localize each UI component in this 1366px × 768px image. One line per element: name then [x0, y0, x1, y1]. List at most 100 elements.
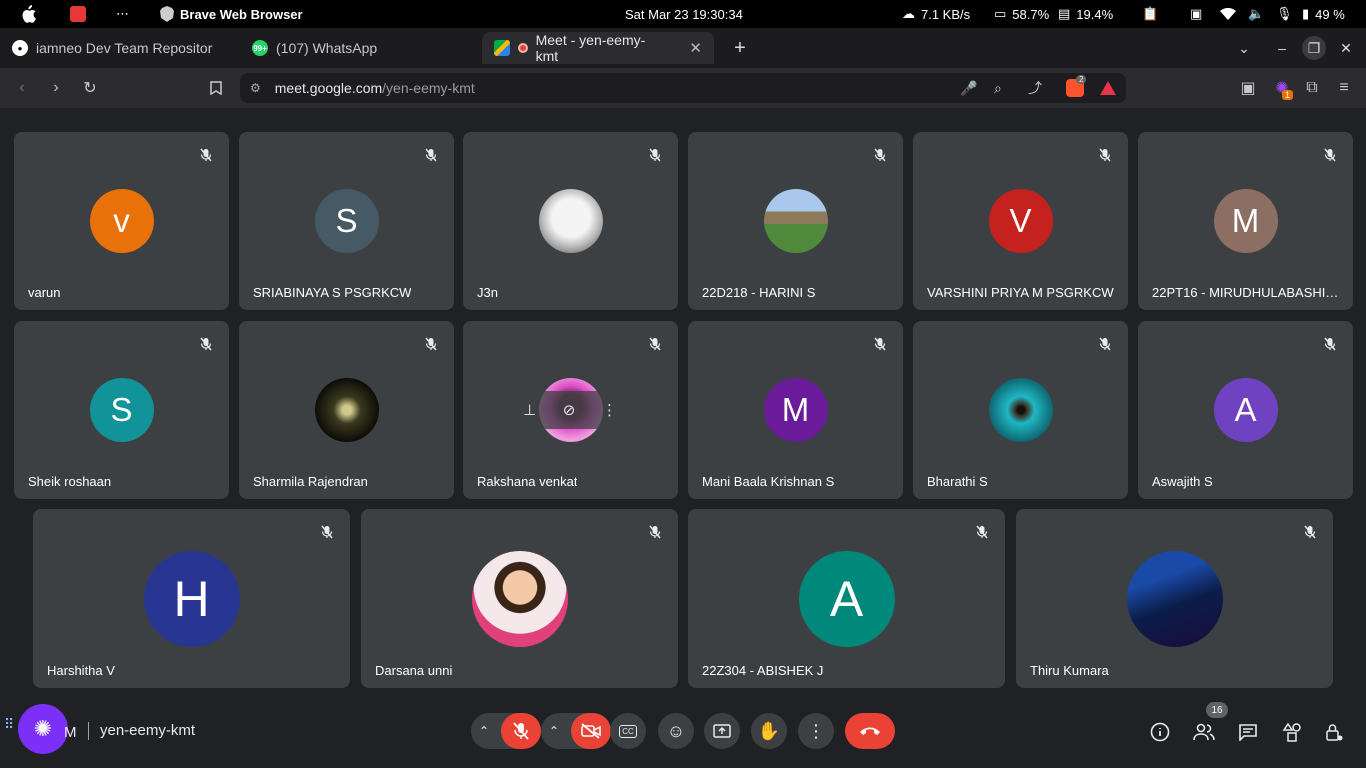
tab-github[interactable]: ● iamneo Dev Team Repositor — [0, 32, 240, 64]
participant-avatar: S — [89, 378, 154, 442]
more-options-button[interactable]: ⋮ — [798, 713, 834, 749]
share-icon[interactable]: ⤴ — [1028, 78, 1042, 98]
microphone-icon[interactable]: 🎙 — [1276, 0, 1293, 28]
pin-icon[interactable]: ⊥ — [523, 401, 536, 419]
chat-button[interactable] — [1234, 718, 1262, 746]
app-name: Brave Web Browser — [180, 6, 303, 22]
host-controls-button[interactable] — [1320, 718, 1348, 746]
participant-name: varun — [28, 285, 61, 300]
camera-off-button[interactable] — [571, 713, 611, 749]
muted-mic-icon — [1299, 521, 1321, 543]
present-screen-button[interactable] — [704, 713, 740, 749]
wifi-icon[interactable] — [1220, 0, 1236, 28]
participant-avatar — [471, 550, 568, 647]
mic-off-icon — [513, 722, 529, 740]
tab-strip: ● iamneo Dev Team Repositor 99+ (107) Wh… — [0, 28, 1366, 68]
muted-mic-icon — [195, 333, 217, 355]
brave-rewards-icon[interactable] — [1100, 81, 1116, 95]
tab-meet[interactable]: Meet - yen-eemy-kmt ✕ — [482, 32, 714, 64]
brave-logo-icon — [160, 6, 174, 22]
tab-label: Meet - yen-eemy-kmt — [535, 32, 646, 64]
clipboard-icon[interactable]: 📋 — [1142, 0, 1158, 28]
participant-tile[interactable]: A Aswajith S — [1138, 321, 1353, 499]
extension-badge: 1 — [1282, 90, 1294, 100]
participant-name: SRIABINAYA S PSGRKCW — [253, 285, 412, 300]
close-tab-icon[interactable]: ✕ — [689, 39, 702, 57]
muted-mic-icon — [316, 521, 338, 543]
mic-icon[interactable]: 🎤 — [960, 80, 977, 97]
battery-indicator[interactable]: ▮ 49 % — [1302, 0, 1345, 28]
more-dots-icon[interactable]: ⋯ — [116, 0, 129, 28]
chat-icon — [1239, 724, 1257, 741]
minimize-button[interactable]: – — [1270, 36, 1294, 60]
tab-search-chevron-icon[interactable]: ⌄ — [1232, 36, 1256, 60]
volume-icon[interactable]: 🔈 — [1248, 0, 1264, 28]
os-top-bar: ⋯ Brave Web Browser Sat Mar 23 19:30:34 … — [0, 0, 1366, 28]
info-icon — [1150, 722, 1170, 742]
menu-icon[interactable]: ≡ — [1332, 76, 1356, 100]
participant-avatar: M — [1213, 189, 1278, 253]
app-indicator-icon[interactable] — [70, 0, 86, 28]
participant-avatar: A — [798, 550, 895, 647]
raise-hand-button[interactable]: ✋ — [751, 713, 787, 749]
participant-tile[interactable]: A 22Z304 - ABISHEK J — [688, 509, 1005, 688]
tab-label: (107) WhatsApp — [276, 40, 378, 56]
bookmark-icon[interactable] — [204, 76, 228, 100]
participant-tile[interactable]: Sharmila Rajendran — [239, 321, 454, 499]
url-host: meet.google.com — [274, 80, 383, 96]
people-button[interactable] — [1190, 718, 1218, 746]
muted-mic-icon — [869, 144, 891, 166]
reload-button[interactable]: ↻ — [78, 76, 102, 100]
video-options-chevron-icon[interactable]: ⌃ — [549, 724, 559, 738]
muted-mic-icon — [644, 333, 666, 355]
participant-tile[interactable]: S SRIABINAYA S PSGRKCW — [239, 132, 454, 310]
clock[interactable]: Sat Mar 23 19:30:34 — [625, 0, 743, 28]
more-vert-icon[interactable]: ⋮ — [602, 401, 617, 419]
cpu-icon: ▭ — [994, 6, 1007, 21]
mic-off-button[interactable] — [501, 713, 541, 749]
participant-tile[interactable]: Bharathi S — [913, 321, 1128, 499]
network-speed: ☁ 7.1 KB/s — [902, 0, 970, 28]
meeting-info-button[interactable] — [1146, 718, 1174, 746]
participant-tile[interactable]: Darsana unni — [361, 509, 678, 688]
mute-participant-icon[interactable]: ⊘ — [563, 401, 576, 419]
sidebar-icon[interactable]: ▣ — [1236, 76, 1260, 100]
audio-options-chevron-icon[interactable]: ⌃ — [479, 724, 489, 738]
participant-tile[interactable]: J3n — [463, 132, 678, 310]
new-tab-button[interactable]: + — [728, 36, 752, 60]
leave-call-button[interactable] — [845, 713, 895, 749]
participant-avatar — [763, 189, 828, 253]
participant-tile[interactable]: V VARSHINI PRIYA M PSGRKCW — [913, 132, 1128, 310]
participant-tile[interactable]: S Sheik roshaan — [14, 321, 229, 499]
extensions-puzzle-icon[interactable]: ⧉ — [1300, 76, 1324, 100]
reactions-button[interactable]: ☺ — [658, 713, 694, 749]
muted-mic-icon — [869, 333, 891, 355]
screen-cast-icon[interactable]: ▣ — [1190, 0, 1202, 28]
activities-button[interactable] — [1278, 718, 1306, 746]
microphone-control: ⌃ — [471, 713, 541, 749]
participant-tile[interactable]: v varun — [14, 132, 229, 310]
tab-whatsapp[interactable]: 99+ (107) WhatsApp — [240, 32, 480, 64]
captions-button[interactable]: CC — [610, 713, 646, 749]
participant-tile[interactable]: M Mani Baala Krishnan S — [688, 321, 903, 499]
cloud-icon: ☁ — [902, 6, 915, 21]
participant-tile[interactable]: 22D218 - HARINI S — [688, 132, 903, 310]
participant-tile[interactable]: M 22PT16 - MIRUDHULABASHIN... — [1138, 132, 1353, 310]
participant-tile[interactable]: ⊥ ⊘ ⋮ Rakshana venkat — [463, 321, 678, 499]
participant-tile[interactable]: H Harshitha V — [33, 509, 350, 688]
browser-toolbar: ‹ › ↻ ⚙ meet.google.com/yen-eemy-kmt 🎤 ⌕… — [0, 68, 1366, 108]
address-bar[interactable]: ⚙ meet.google.com/yen-eemy-kmt 🎤 ⌕ ⤴ 2 — [240, 73, 1126, 103]
close-window-button[interactable]: ✕ — [1334, 36, 1358, 60]
drag-handle-icon[interactable]: ⠿ — [4, 716, 14, 733]
memory-icon: ▤ — [1058, 6, 1071, 21]
participant-tile[interactable]: Thiru Kumara — [1016, 509, 1333, 688]
apple-icon[interactable] — [20, 0, 36, 28]
maximize-button[interactable]: ❐ — [1302, 36, 1326, 60]
participant-name: 22PT16 - MIRUDHULABASHIN... — [1152, 285, 1339, 300]
floating-extension-icon[interactable]: ✺ — [18, 704, 68, 754]
participant-avatar: V — [988, 189, 1053, 253]
forward-button[interactable]: › — [44, 76, 68, 100]
zoom-icon[interactable]: ⌕ — [994, 80, 1002, 97]
site-info-icon[interactable]: ⚙ — [250, 81, 261, 95]
back-button[interactable]: ‹ — [10, 76, 34, 100]
